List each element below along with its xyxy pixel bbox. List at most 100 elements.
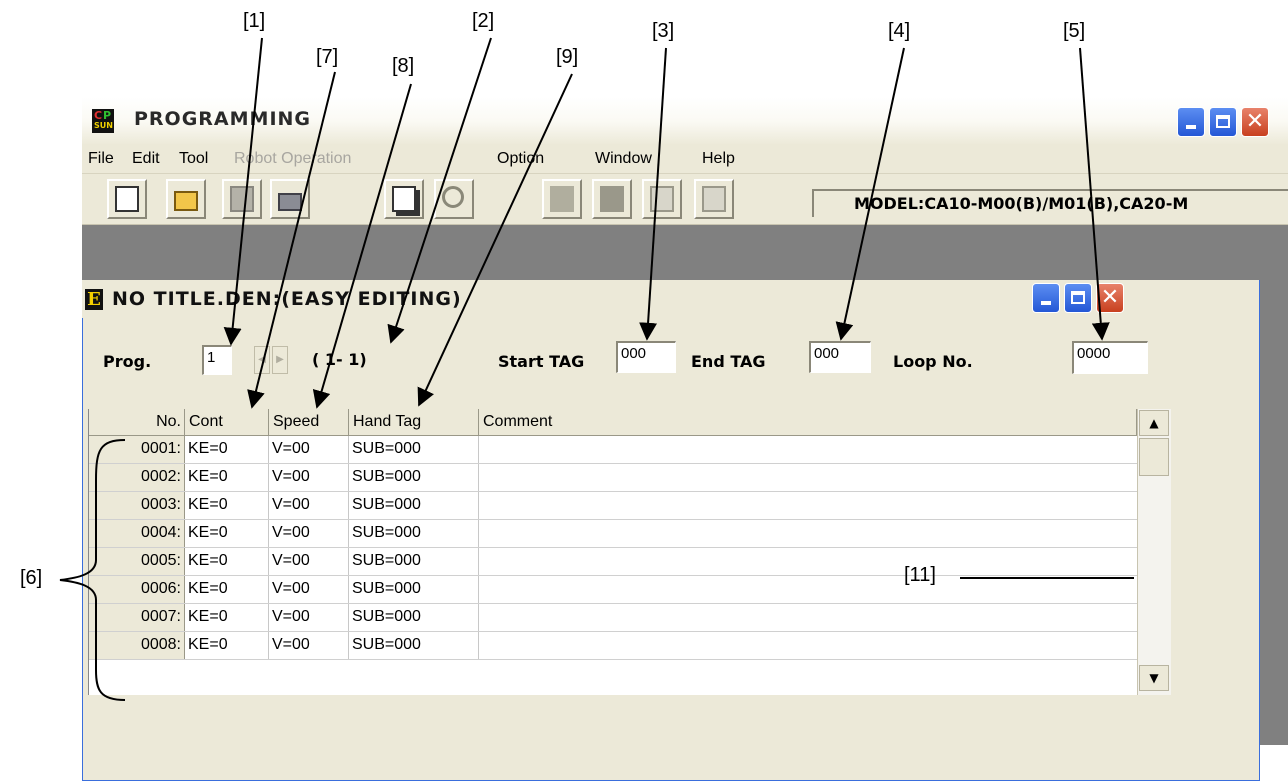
row-number: 0003: xyxy=(89,492,185,519)
speed-cell[interactable]: V=00 xyxy=(269,464,349,491)
row-number: 0007: xyxy=(89,604,185,631)
menu-window[interactable]: Window xyxy=(595,150,652,168)
comment-cell[interactable] xyxy=(479,632,1137,659)
upload-button[interactable] xyxy=(642,179,682,219)
minimize-button[interactable] xyxy=(1177,107,1205,137)
table-row[interactable]: 0005: KE=0 V=00 SUB=000 xyxy=(89,548,1137,576)
table-row[interactable]: 0003: KE=0 V=00 SUB=000 xyxy=(89,492,1137,520)
close-button[interactable]: ✕ xyxy=(1241,107,1269,137)
menu-file[interactable]: File xyxy=(88,150,114,168)
new-file-button[interactable] xyxy=(107,179,147,219)
hand-tag-cell[interactable]: SUB=000 xyxy=(349,436,479,463)
comment-cell[interactable] xyxy=(479,464,1137,491)
hand-tag-cell[interactable]: SUB=000 xyxy=(349,520,479,547)
cont-cell[interactable]: KE=0 xyxy=(185,604,269,631)
callout-3: [3] xyxy=(652,20,675,42)
speed-cell[interactable]: V=00 xyxy=(269,632,349,659)
prog-next-button[interactable]: ▶ xyxy=(272,346,288,374)
comment-cell[interactable] xyxy=(479,520,1137,547)
print-button[interactable] xyxy=(270,179,310,219)
scroll-up-button[interactable]: ▲ xyxy=(1139,410,1169,436)
end-tag-input[interactable]: 000 xyxy=(809,341,871,373)
cont-cell[interactable]: KE=0 xyxy=(185,492,269,519)
col-header-cont[interactable]: Cont xyxy=(185,409,269,436)
menu-edit[interactable]: Edit xyxy=(132,150,160,168)
col-header-comment[interactable]: Comment xyxy=(479,409,1137,436)
save-button[interactable] xyxy=(222,179,262,219)
speed-cell[interactable]: V=00 xyxy=(269,436,349,463)
child-maximize-button[interactable] xyxy=(1064,283,1092,313)
col-header-speed[interactable]: Speed xyxy=(269,409,349,436)
speed-cell[interactable]: V=00 xyxy=(269,548,349,575)
col-header-no[interactable]: No. xyxy=(89,409,185,436)
cont-cell[interactable]: KE=0 xyxy=(185,436,269,463)
speed-cell[interactable]: V=00 xyxy=(269,576,349,603)
scroll-down-button[interactable]: ▼ xyxy=(1139,665,1169,691)
hand-tag-cell[interactable]: SUB=000 xyxy=(349,492,479,519)
robot-button[interactable] xyxy=(542,179,582,219)
menu-help[interactable]: Help xyxy=(702,150,735,168)
copy-button[interactable] xyxy=(384,179,424,219)
table-row[interactable]: 0002: KE=0 V=00 SUB=000 xyxy=(89,464,1137,492)
comment-cell[interactable] xyxy=(479,548,1137,575)
maximize-button[interactable] xyxy=(1209,107,1237,137)
transfer-button[interactable] xyxy=(592,179,632,219)
hand-tag-cell[interactable]: SUB=000 xyxy=(349,576,479,603)
row-number: 0004: xyxy=(89,520,185,547)
window-title: PROGRAMMING xyxy=(134,108,312,130)
cont-cell[interactable]: KE=0 xyxy=(185,576,269,603)
row-number: 0008: xyxy=(89,632,185,659)
prog-prev-button[interactable]: ◀ xyxy=(254,346,270,374)
cont-cell[interactable]: KE=0 xyxy=(185,548,269,575)
callout-6: [6] xyxy=(20,567,43,589)
row-number: 0006: xyxy=(89,576,185,603)
find-button[interactable] xyxy=(434,179,474,219)
prog-range: ( 1- 1) xyxy=(312,350,367,369)
table-row[interactable]: 0008: KE=0 V=00 SUB=000 xyxy=(89,632,1137,660)
cont-cell[interactable]: KE=0 xyxy=(185,520,269,547)
grid-vertical-scrollbar[interactable]: ▲ ▼ xyxy=(1137,409,1171,695)
cont-cell[interactable]: KE=0 xyxy=(185,464,269,491)
upload-icon xyxy=(650,186,674,212)
left-arrow-icon: ◀ xyxy=(258,354,266,365)
speed-cell[interactable]: V=00 xyxy=(269,520,349,547)
hand-tag-cell[interactable]: SUB=000 xyxy=(349,632,479,659)
start-tag-input[interactable]: 000 xyxy=(616,341,676,373)
table-row[interactable]: 0007: KE=0 V=00 SUB=000 xyxy=(89,604,1137,632)
speed-cell[interactable]: V=00 xyxy=(269,604,349,631)
save-icon xyxy=(230,186,254,212)
minimize-icon xyxy=(1041,301,1051,305)
minimize-icon xyxy=(1186,125,1196,129)
open-button[interactable] xyxy=(166,179,206,219)
cont-cell[interactable]: KE=0 xyxy=(185,632,269,659)
prog-number-input[interactable]: 1 xyxy=(202,345,232,375)
download-button[interactable] xyxy=(694,179,734,219)
print-icon xyxy=(278,193,302,211)
program-grid: No. Cont Speed Hand Tag Comment 0001: KE… xyxy=(88,409,1171,695)
menu-robot-operation[interactable]: Robot Operation xyxy=(234,150,351,168)
table-row[interactable]: 0006: KE=0 V=00 SUB=000 xyxy=(89,576,1137,604)
open-folder-icon xyxy=(174,191,198,211)
child-title-bar: E NO TITLE.DEN:(EASY EDITING) ✕ xyxy=(82,280,1175,318)
hand-tag-cell[interactable]: SUB=000 xyxy=(349,464,479,491)
comment-cell[interactable] xyxy=(479,576,1137,603)
comment-cell[interactable] xyxy=(479,436,1137,463)
comment-cell[interactable] xyxy=(479,492,1137,519)
table-row[interactable]: 0004: KE=0 V=00 SUB=000 xyxy=(89,520,1137,548)
hand-tag-cell[interactable]: SUB=000 xyxy=(349,548,479,575)
menu-option[interactable]: Option xyxy=(497,150,544,168)
table-row[interactable]: 0001: KE=0 V=00 SUB=000 xyxy=(89,436,1137,464)
hand-tag-cell[interactable]: SUB=000 xyxy=(349,604,479,631)
up-arrow-icon: ▲ xyxy=(1149,416,1159,430)
title-bar: C P SUN PROGRAMMING ✕ xyxy=(82,97,1288,145)
child-close-button[interactable]: ✕ xyxy=(1096,283,1124,313)
child-minimize-button[interactable] xyxy=(1032,283,1060,313)
speed-cell[interactable]: V=00 xyxy=(269,492,349,519)
callout-11: [11] xyxy=(904,564,936,586)
loop-no-input[interactable]: 0000 xyxy=(1072,341,1148,374)
menu-tool[interactable]: Tool xyxy=(179,150,208,168)
callout-2: [2] xyxy=(472,10,495,32)
col-header-hand-tag[interactable]: Hand Tag xyxy=(349,409,479,436)
scroll-thumb[interactable] xyxy=(1139,438,1169,476)
comment-cell[interactable] xyxy=(479,604,1137,631)
